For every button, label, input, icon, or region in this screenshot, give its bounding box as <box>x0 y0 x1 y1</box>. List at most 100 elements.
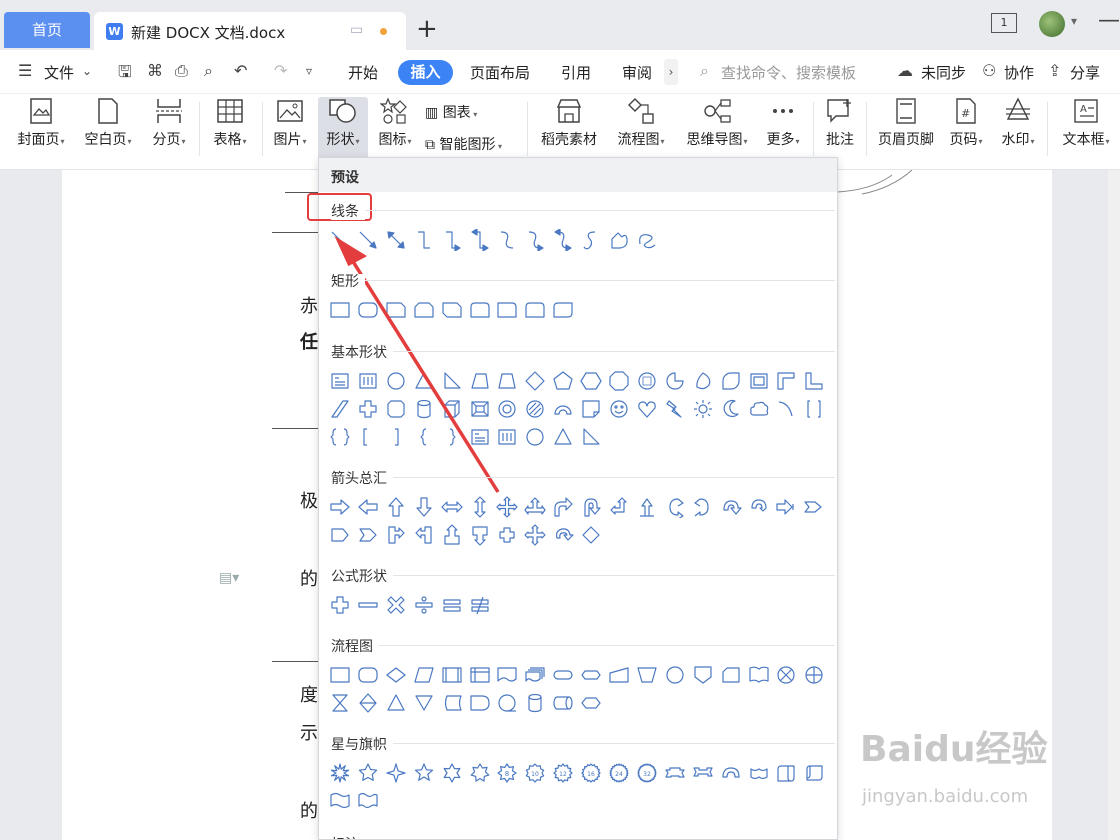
shape-option[interactable] <box>692 496 714 518</box>
blank-page-button[interactable]: 空白页▾ <box>79 97 137 161</box>
shape-option[interactable] <box>413 524 435 546</box>
shape-option[interactable] <box>441 524 463 546</box>
avatar[interactable] <box>1039 11 1065 37</box>
shape-option[interactable] <box>803 762 825 784</box>
shape-option[interactable] <box>664 762 686 784</box>
table-button[interactable]: 表格▾ <box>207 97 253 161</box>
shape-option[interactable] <box>385 524 407 546</box>
shape-option[interactable] <box>441 229 463 251</box>
shape-option[interactable] <box>385 426 407 448</box>
tab-review[interactable]: 审阅 <box>622 62 652 83</box>
shape-option[interactable] <box>524 299 546 321</box>
shape-option[interactable] <box>524 692 546 714</box>
tab-insert[interactable]: 插入 <box>398 60 453 85</box>
shape-option[interactable] <box>720 398 742 420</box>
shape-option[interactable] <box>469 398 491 420</box>
shape-option[interactable] <box>552 664 574 686</box>
shape-option[interactable] <box>775 762 797 784</box>
shape-option[interactable] <box>385 594 407 616</box>
shape-option[interactable] <box>385 398 407 420</box>
mindmap-button[interactable]: 思维导图▾ <box>680 97 754 161</box>
shape-option[interactable] <box>385 370 407 392</box>
shape-option[interactable] <box>636 229 658 251</box>
shape-option[interactable] <box>441 762 463 784</box>
shape-option[interactable] <box>357 790 379 812</box>
shape-option[interactable] <box>440 496 463 518</box>
more-commands-icon[interactable]: ▿ <box>306 64 312 78</box>
sync-status[interactable]: 未同步 <box>921 62 966 83</box>
more-button[interactable]: 更多▾ <box>760 97 806 161</box>
shape-option[interactable] <box>385 496 407 518</box>
shape-option[interactable] <box>413 426 435 448</box>
shape-option[interactable] <box>357 524 379 546</box>
shape-option[interactable] <box>552 299 574 321</box>
shape-option[interactable] <box>803 664 825 686</box>
icon-button[interactable]: 图标▾ <box>373 97 417 161</box>
shape-option[interactable] <box>413 229 435 251</box>
more-tabs-button[interactable]: › <box>664 59 678 85</box>
hamburger-icon[interactable]: ☰ <box>18 61 32 80</box>
shape-option[interactable] <box>441 594 463 616</box>
watermark-button[interactable]: 水印▾ <box>996 97 1040 161</box>
tab-document[interactable]: W 新建 DOCX 文档.docx ▭ <box>94 12 406 50</box>
share-button[interactable]: 分享 <box>1070 62 1100 83</box>
shape-option[interactable] <box>469 524 491 546</box>
tab-home[interactable]: 首页 <box>4 12 90 48</box>
shape-option[interactable] <box>636 398 658 420</box>
shape-option[interactable] <box>385 229 407 251</box>
shape-option[interactable] <box>329 398 351 420</box>
shape-button[interactable]: 形状▾ <box>318 97 368 161</box>
shape-option[interactable] <box>748 370 770 392</box>
shape-option[interactable] <box>329 496 351 518</box>
page-number-button[interactable]: # 页码▾ <box>944 97 988 161</box>
shape-option[interactable] <box>469 229 491 251</box>
shape-option[interactable] <box>357 299 379 321</box>
shape-option[interactable] <box>552 229 574 251</box>
shape-option[interactable] <box>329 370 351 392</box>
shape-option[interactable] <box>469 426 491 448</box>
chevron-down-icon[interactable]: ⌄ <box>82 64 92 78</box>
shape-option[interactable] <box>552 524 574 546</box>
shape-option[interactable] <box>496 426 518 448</box>
shape-option[interactable] <box>580 398 602 420</box>
shape-option[interactable] <box>748 398 770 420</box>
shape-option[interactable] <box>357 398 379 420</box>
shape-option[interactable] <box>329 229 351 251</box>
shape-option[interactable] <box>636 664 658 686</box>
shape-option[interactable]: 12 <box>552 762 574 784</box>
shape-option[interactable] <box>469 762 491 784</box>
shape-option[interactable] <box>413 299 435 321</box>
undo-icon[interactable]: ↶ <box>234 61 247 80</box>
shape-option[interactable] <box>496 664 518 686</box>
shape-option[interactable] <box>469 370 491 392</box>
shape-option[interactable] <box>524 524 546 546</box>
shape-option[interactable] <box>357 692 379 714</box>
vertical-scrollbar[interactable] <box>1108 170 1120 840</box>
shape-option[interactable]: 32 <box>636 762 658 784</box>
shape-option[interactable] <box>552 398 574 420</box>
shape-option[interactable] <box>385 664 407 686</box>
shape-option[interactable] <box>608 229 630 251</box>
flowchart-button[interactable]: 流程图▾ <box>610 97 672 161</box>
shape-option[interactable] <box>692 762 714 784</box>
shape-option[interactable] <box>720 496 742 518</box>
shape-option[interactable] <box>413 398 435 420</box>
shape-option[interactable] <box>748 496 770 518</box>
shape-option[interactable] <box>357 594 379 616</box>
redo-icon[interactable]: ↷ <box>274 61 287 80</box>
comment-button[interactable]: 批注 <box>820 97 860 161</box>
shape-option[interactable] <box>720 664 742 686</box>
tab-layout[interactable]: 页面布局 <box>470 62 530 83</box>
shape-option[interactable] <box>496 692 518 714</box>
shape-option[interactable] <box>441 664 463 686</box>
shape-option[interactable] <box>608 664 630 686</box>
shape-option[interactable] <box>496 398 518 420</box>
header-footer-button[interactable]: 页眉页脚 <box>874 97 938 161</box>
shape-option[interactable]: 8 <box>496 762 518 784</box>
shape-option[interactable] <box>580 426 602 448</box>
shape-option[interactable] <box>524 664 546 686</box>
shape-option[interactable] <box>496 524 518 546</box>
shape-option[interactable] <box>580 370 602 392</box>
shape-option[interactable] <box>357 664 379 686</box>
shape-option[interactable] <box>469 692 491 714</box>
